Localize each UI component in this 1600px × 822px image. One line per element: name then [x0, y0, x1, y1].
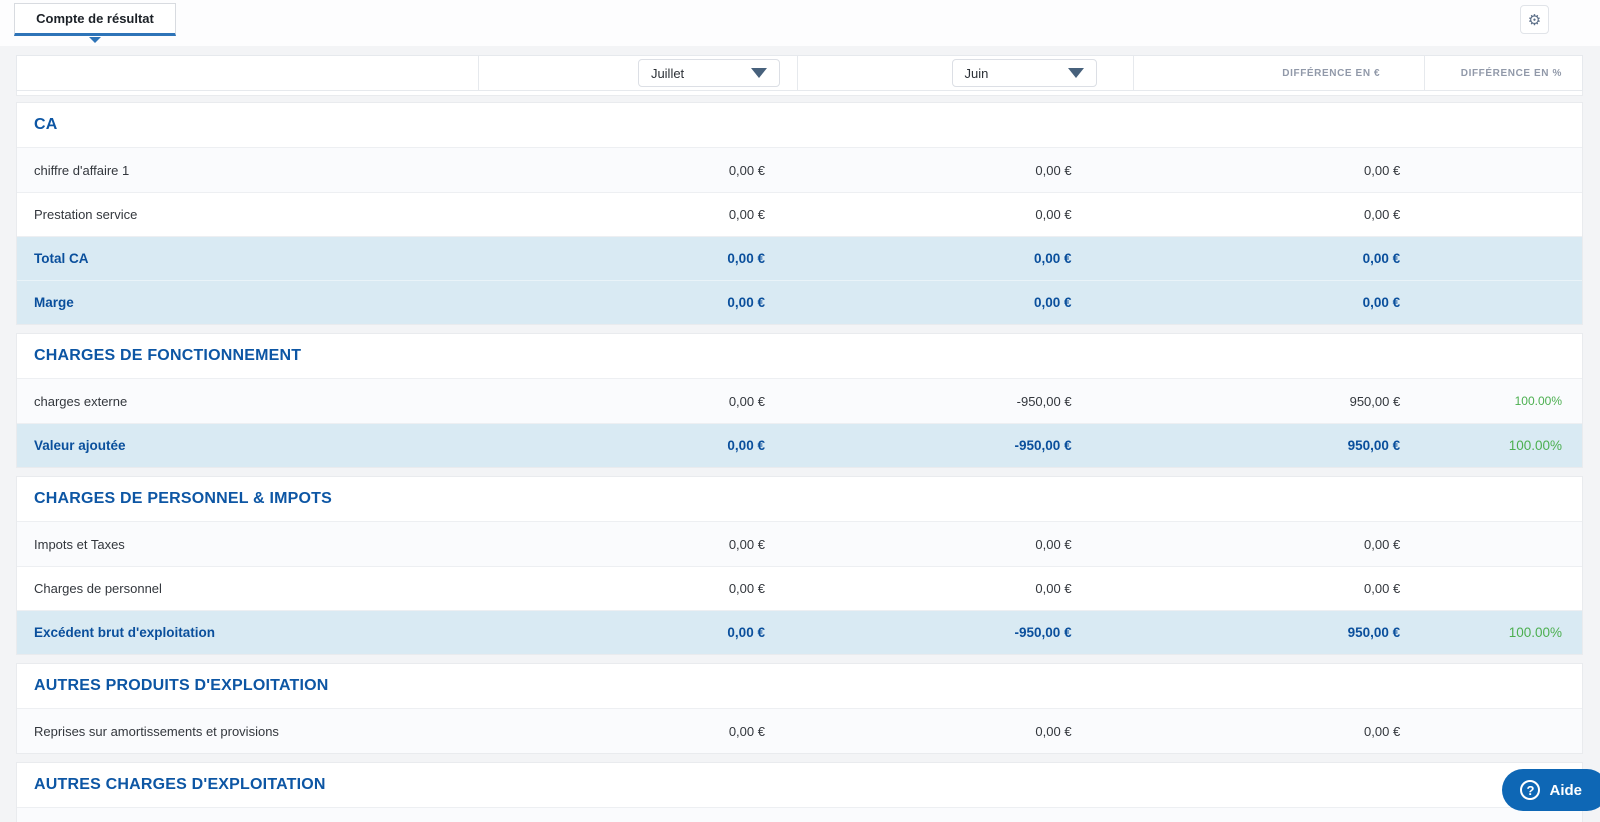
header-difference-eur: DIFFÉRENCE EN €: [1132, 56, 1425, 90]
question-mark-icon: ?: [1520, 780, 1541, 800]
period1-dropdown[interactable]: Juillet: [637, 59, 780, 87]
chevron-down-icon: [750, 68, 767, 78]
section-ca: CA chiffre d'affaire 1 0,00 € 0,00 € 0,0…: [16, 102, 1583, 325]
row-label: Prestation service: [34, 207, 138, 222]
income-statement-table: Juillet Juin DIFFÉRENCE EN € DIFFÉRENCE …: [16, 55, 1583, 822]
table-row-marge[interactable]: Marge 0,00 € 0,00 € 0,00 €: [17, 280, 1582, 324]
table-header-row: Juillet Juin DIFFÉRENCE EN € DIFFÉRENCE …: [16, 55, 1583, 91]
header-period1-cell: Juillet: [478, 56, 797, 90]
value-period2: 0,00 €: [1035, 723, 1072, 739]
gear-icon: ⚙: [1527, 11, 1542, 29]
value-period1: 0,00 €: [727, 251, 765, 266]
table-row[interactable]: Reprises sur amortissements et provision…: [17, 709, 1582, 753]
value-diff-pct: 100.00%: [1514, 394, 1562, 408]
settings-button[interactable]: ⚙: [1520, 5, 1549, 34]
table-row[interactable]: Prestation service 0,00 € 0,00 € 0,00 €: [17, 192, 1582, 236]
value-period1: 0,00 €: [728, 536, 765, 552]
value-period2: -950,00 €: [1014, 438, 1072, 453]
value-diff-eur: 0,00 €: [1364, 723, 1401, 739]
section-title: AUTRES PRODUITS D'EXPLOITATION: [17, 664, 1582, 709]
value-period1: 0,00 €: [728, 207, 765, 222]
value-diff-eur: 0,00 €: [1364, 536, 1401, 552]
value-period2: 0,00 €: [1035, 162, 1072, 178]
help-button[interactable]: ? Aide: [1502, 769, 1600, 811]
tab-label: Compte de résultat: [36, 11, 154, 26]
value-diff-eur: 950,00 €: [1347, 625, 1401, 640]
section-charges-personnel-impots: CHARGES DE PERSONNEL & IMPOTS Impots et …: [16, 476, 1583, 655]
header-empty-cell: [17, 56, 478, 90]
row-label: Excédent brut d'exploitation: [34, 625, 215, 640]
section-title: CA: [17, 103, 1582, 148]
chevron-down-icon: [1067, 68, 1084, 78]
value-period1: 0,00 €: [728, 581, 765, 596]
row-label: charges externe: [34, 393, 128, 409]
value-diff-eur: 0,00 €: [1364, 207, 1401, 222]
row-label: Reprises sur amortissements et provision…: [34, 723, 279, 739]
section-charges-fonctionnement: CHARGES DE FONCTIONNEMENT charges extern…: [16, 333, 1583, 468]
table-row[interactable]: Charges de personnel 0,00 € 0,00 € 0,00 …: [17, 566, 1582, 610]
row-label: Marge: [34, 295, 74, 310]
section-title: AUTRES CHARGES D'EXPLOITATION: [17, 763, 1582, 808]
value-diff-eur: 0,00 €: [1362, 251, 1401, 266]
section-title: CHARGES DE PERSONNEL & IMPOTS: [17, 477, 1582, 522]
value-diff-eur: 0,00 €: [1364, 162, 1401, 178]
section-title: CHARGES DE FONCTIONNEMENT: [17, 334, 1582, 379]
active-tab-caret-icon: [89, 37, 101, 43]
header-period2-cell: Juin: [796, 56, 1133, 90]
value-diff-eur: 0,00 €: [1362, 295, 1401, 310]
table-row-valeur-ajoutee[interactable]: Valeur ajoutée 0,00 € -950,00 € 950,00 €…: [17, 423, 1582, 467]
value-diff-eur: 0,00 €: [1364, 581, 1401, 596]
table-row[interactable]: charges externe 0,00 € -950,00 € 950,00 …: [17, 379, 1582, 423]
row-label: Total CA: [34, 251, 89, 266]
section-autres-produits: AUTRES PRODUITS D'EXPLOITATION Reprises …: [16, 663, 1583, 754]
scrolled-row-sliver: [16, 91, 1583, 96]
value-period2: 0,00 €: [1034, 295, 1072, 310]
value-period1: 0,00 €: [728, 162, 765, 178]
row-label: Charges de personnel: [34, 581, 162, 596]
value-period1: 0,00 €: [727, 625, 765, 640]
value-period1: 0,00 €: [728, 393, 765, 409]
value-period2: 0,00 €: [1035, 581, 1072, 596]
table-row[interactable]: Impots et Taxes 0,00 € 0,00 € 0,00 €: [17, 522, 1582, 566]
value-period2: 0,00 €: [1035, 207, 1072, 222]
value-period1: 0,00 €: [727, 438, 765, 453]
table-row-total-ca[interactable]: Total CA 0,00 € 0,00 € 0,00 €: [17, 236, 1582, 280]
value-diff-pct: 100.00%: [1508, 438, 1562, 453]
help-button-label: Aide: [1549, 781, 1582, 799]
period2-dropdown[interactable]: Juin: [951, 59, 1097, 87]
top-bar: Compte de résultat ⚙: [0, 0, 1600, 46]
value-period2: -950,00 €: [1014, 625, 1072, 640]
section-autres-charges: AUTRES CHARGES D'EXPLOITATION Dotations …: [16, 762, 1583, 822]
table-row[interactable]: Dotations aux amortissements et provisio…: [17, 808, 1582, 822]
period1-selected-value: Juillet: [650, 65, 685, 81]
tab-compte-de-resultat[interactable]: Compte de résultat: [14, 3, 176, 36]
value-period1: 0,00 €: [728, 723, 765, 739]
row-label: chiffre d'affaire 1: [34, 162, 130, 178]
value-period1: 0,00 €: [727, 295, 765, 310]
value-diff-eur: 950,00 €: [1347, 438, 1401, 453]
row-label: Impots et Taxes: [34, 536, 125, 552]
value-period2: 0,00 €: [1034, 251, 1072, 266]
value-period2: -950,00 €: [1016, 393, 1072, 409]
period2-selected-value: Juin: [964, 65, 989, 81]
value-period2: 0,00 €: [1035, 536, 1072, 552]
table-row[interactable]: chiffre d'affaire 1 0,00 € 0,00 € 0,00 €: [17, 148, 1582, 192]
value-diff-pct: 100.00%: [1508, 625, 1562, 640]
row-label: Valeur ajoutée: [34, 438, 126, 453]
table-row-excedent-brut[interactable]: Excédent brut d'exploitation 0,00 € -950…: [17, 610, 1582, 654]
value-diff-eur: 950,00 €: [1349, 393, 1401, 409]
header-difference-pct: DIFFÉRENCE EN %: [1424, 56, 1582, 90]
